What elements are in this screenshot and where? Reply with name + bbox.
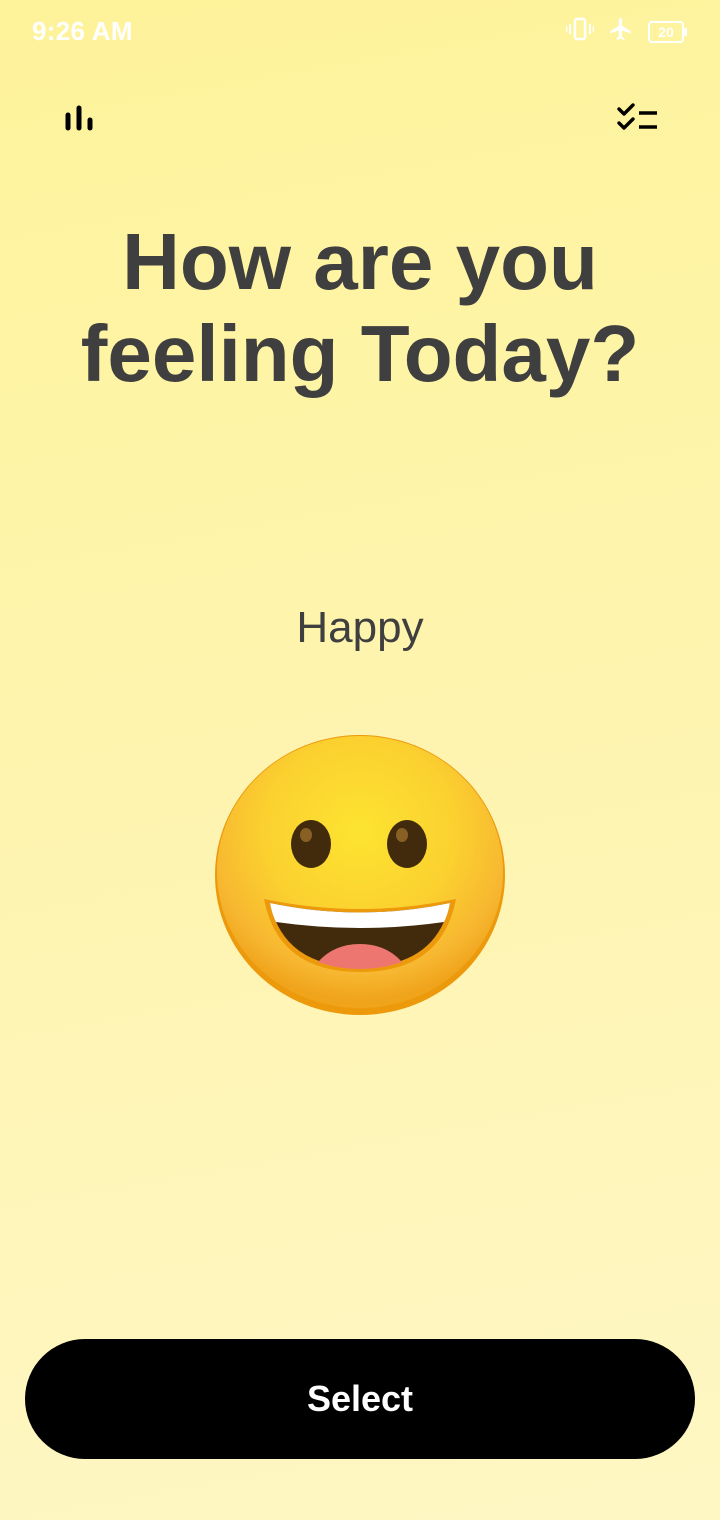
grinning-face-icon[interactable] (214, 734, 506, 1016)
mood-label: Happy (296, 603, 424, 652)
status-icons: 20 (565, 16, 688, 47)
status-bar: 9:26 AM 20 (0, 0, 720, 66)
page-title: How are you feeling Today? (80, 217, 640, 398)
battery-level: 20 (658, 23, 674, 40)
bar-chart-icon (65, 105, 95, 136)
airplane-mode-icon (608, 16, 634, 47)
tasks-button[interactable] (616, 98, 660, 142)
stats-button[interactable] (58, 98, 102, 142)
select-button[interactable]: Select (25, 1339, 695, 1459)
battery-icon: 20 (648, 20, 688, 43)
vibrate-icon (565, 16, 595, 47)
status-time: 9:26 AM (32, 16, 133, 46)
checklist-icon (617, 102, 659, 138)
